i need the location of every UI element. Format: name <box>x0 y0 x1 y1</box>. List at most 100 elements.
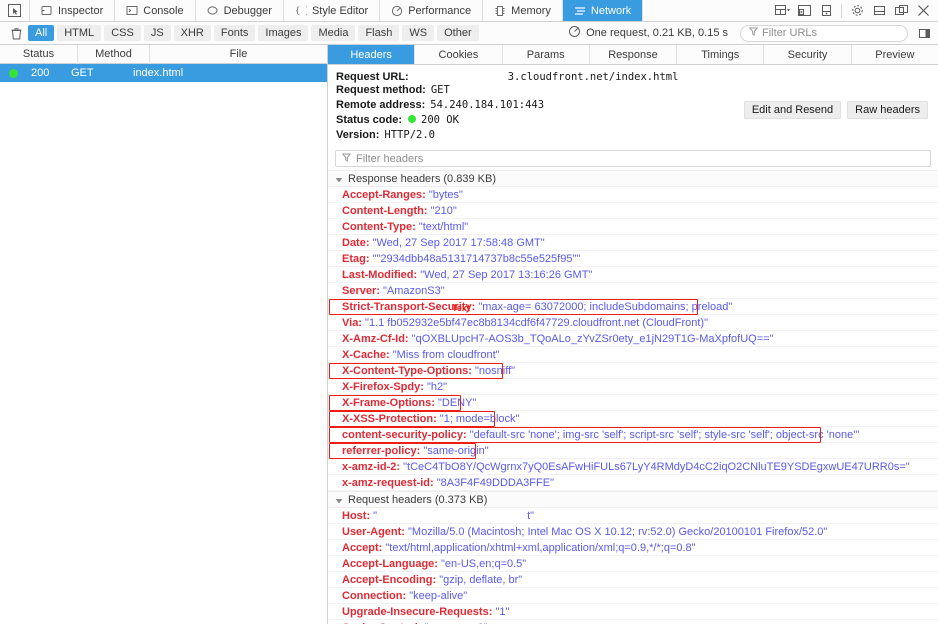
header-name: Date: <box>342 237 370 249</box>
table-row[interactable]: 200GETindex.html <box>0 64 327 82</box>
tab-params[interactable]: Params <box>503 45 590 64</box>
chevron-down-icon[interactable] <box>335 175 343 183</box>
filter-css[interactable]: CSS <box>104 25 141 41</box>
element-picker-button[interactable] <box>0 0 30 21</box>
header-row[interactable]: referrer-policy: "same-origin" <box>328 443 938 459</box>
tab-headers[interactable]: Headers <box>328 45 415 64</box>
svg-text:{ }: { } <box>295 6 307 16</box>
headers-detail: Request URL: 3.cloudfront.net/index.html… <box>328 65 938 624</box>
chevron-down-icon[interactable] <box>335 496 343 504</box>
header-row[interactable]: Upgrade-Insecure-Requests: "1" <box>328 604 938 620</box>
header-value: "text/html,application/xhtml+xml,applica… <box>385 542 695 554</box>
toggle-sidebar-icon[interactable] <box>914 23 934 43</box>
header-row[interactable]: Date: "Wed, 27 Sep 2017 17:58:48 GMT" <box>328 235 938 251</box>
filter-html[interactable]: HTML <box>57 25 101 41</box>
header-value: "1.1 fb052932e5bf47ec8b8134cdf6f47729.cl… <box>365 317 708 329</box>
tab-network[interactable]: Network <box>563 0 643 21</box>
dock-to-side-icon[interactable] <box>815 0 837 22</box>
header-row[interactable]: X-Frame-Options: "DENY" <box>328 395 938 411</box>
tab-performance[interactable]: Performance <box>380 0 483 21</box>
tab-console[interactable]: Console <box>115 0 195 21</box>
tab-preview[interactable]: Preview <box>852 45 938 64</box>
header-row[interactable]: Etag: ""2934dbb48a5131714737b8c55e525f95… <box>328 251 938 267</box>
header-name: Content-Length: <box>342 205 428 217</box>
header-row[interactable]: x-amz-request-id: "8A3F4F49DDDA3FFE" <box>328 475 938 491</box>
split-console-icon[interactable] <box>793 0 815 22</box>
dock-to-bottom-icon[interactable] <box>868 0 890 22</box>
header-row[interactable]: Via: "1.1 fb052932e5bf47ec8b8134cdf6f477… <box>328 315 938 331</box>
header-row[interactable]: Accept-Encoding: "gzip, deflate, br" <box>328 572 938 588</box>
header-value: "Wed, 27 Sep 2017 13:16:26 GMT" <box>420 269 592 281</box>
filter-other[interactable]: Other <box>437 25 479 41</box>
element-picker-icon <box>8 4 21 17</box>
header-row[interactable]: Connection: "keep-alive" <box>328 588 938 604</box>
column-header-file[interactable]: File <box>150 45 327 64</box>
header-row[interactable]: Server: "AmazonS3" <box>328 283 938 299</box>
tab-cookies[interactable]: Cookies <box>415 45 502 64</box>
edit-and-resend-button[interactable]: Edit and Resend <box>744 101 841 119</box>
close-icon[interactable] <box>912 0 934 22</box>
header-row[interactable]: Cache-Control: "max-age=0" <box>328 620 938 624</box>
request-method-label: Request method: <box>336 84 426 96</box>
tab-label: Inspector <box>58 5 103 17</box>
header-row[interactable]: Accept: "text/html,application/xhtml+xml… <box>328 540 938 556</box>
responsive-design-mode-icon[interactable] <box>771 0 793 22</box>
header-name: User-Agent: <box>342 526 405 538</box>
response-headers-group[interactable]: Response headers (0.839 KB) <box>328 170 938 187</box>
trash-icon[interactable] <box>4 27 28 40</box>
filter-fonts[interactable]: Fonts <box>214 25 256 41</box>
filter-flash[interactable]: Flash <box>358 25 399 41</box>
request-url-value: 3.cloudfront.net/index.html <box>508 71 679 83</box>
tab-security[interactable]: Security <box>764 45 851 64</box>
header-row[interactable]: Accept-Language: "en-US,en;q=0.5" <box>328 556 938 572</box>
header-row[interactable]: content-security-policy: "default-src 'n… <box>328 427 938 443</box>
separate-window-icon[interactable] <box>890 0 912 22</box>
status-code-label: Status code: <box>336 114 402 126</box>
header-row[interactable]: X-XSS-Protection: "1; mode=block" <box>328 411 938 427</box>
status-badge <box>9 69 18 78</box>
tab-label: Style Editor <box>312 5 368 17</box>
tab-inspector[interactable]: Inspector <box>30 0 115 21</box>
tab-debugger[interactable]: Debugger <box>196 0 284 21</box>
header-name: Content-Type: <box>342 221 416 233</box>
filter-all[interactable]: All <box>28 25 54 41</box>
header-row[interactable]: x-amz-id-2: "tCeC4TbO8Y/QcWgrnx7yQ0EsAFw… <box>328 459 938 475</box>
column-header-method[interactable]: Method <box>78 45 150 64</box>
header-row[interactable]: X-Firefox-Spdy: "h2" <box>328 379 938 395</box>
header-row[interactable]: Accept-Ranges: "bytes" <box>328 187 938 203</box>
tab-timings[interactable]: Timings <box>677 45 764 64</box>
column-header-status[interactable]: Status <box>0 45 78 64</box>
request-summary-block: Request URL: 3.cloudfront.net/index.html… <box>328 65 938 146</box>
request-headers-group[interactable]: Request headers (0.373 KB) <box>328 491 938 508</box>
header-value: "same-origin" <box>423 445 488 457</box>
filter-media[interactable]: Media <box>311 25 355 41</box>
headers-filter-input[interactable]: Filter headers <box>335 150 931 167</box>
header-name: Strict-Transport-Security: <box>342 301 475 313</box>
filter-images[interactable]: Images <box>258 25 308 41</box>
row-file: index.html <box>133 67 327 79</box>
filter-ws[interactable]: WS <box>402 25 434 41</box>
performance-analysis-icon[interactable] <box>568 25 581 41</box>
search-input[interactable]: Filter URLs <box>740 25 908 42</box>
filter-xhr[interactable]: XHR <box>174 25 211 41</box>
header-row[interactable]: Host: "t" <box>328 508 938 524</box>
header-row[interactable]: X-Content-Type-Options: "nosniff" <box>328 363 938 379</box>
request-url-label: Request URL: <box>336 71 409 83</box>
filter-js[interactable]: JS <box>144 25 171 41</box>
header-row[interactable]: X-Amz-Cf-Id: "qOXBLUpcH7-AOS3b_TQoALo_zY… <box>328 331 938 347</box>
tab-memory[interactable]: Memory <box>483 0 563 21</box>
header-value: "210" <box>431 205 457 217</box>
header-row[interactable]: User-Agent: "Mozilla/5.0 (Macintosh; Int… <box>328 524 938 540</box>
header-row[interactable]: X-Cache: "Miss from cloudfront" <box>328 347 938 363</box>
raw-headers-button[interactable]: Raw headers <box>847 101 928 119</box>
tab-style-editor[interactable]: { } Style Editor <box>284 0 380 21</box>
header-value: "default-src 'none'; img-src 'self'; scr… <box>470 429 859 441</box>
tab-response[interactable]: Response <box>590 45 677 64</box>
header-row[interactable]: Content-Type: "text/html" <box>328 219 938 235</box>
row-status: 200 <box>31 67 71 79</box>
header-row[interactable]: Content-Length: "210" <box>328 203 938 219</box>
settings-gear-icon[interactable] <box>846 0 868 22</box>
header-row[interactable]: Last-Modified: "Wed, 27 Sep 2017 13:16:2… <box>328 267 938 283</box>
header-name: Accept-Ranges: <box>342 189 426 201</box>
header-row[interactable]: Strict-Transport-Security: "max-age= 630… <box>328 299 938 315</box>
